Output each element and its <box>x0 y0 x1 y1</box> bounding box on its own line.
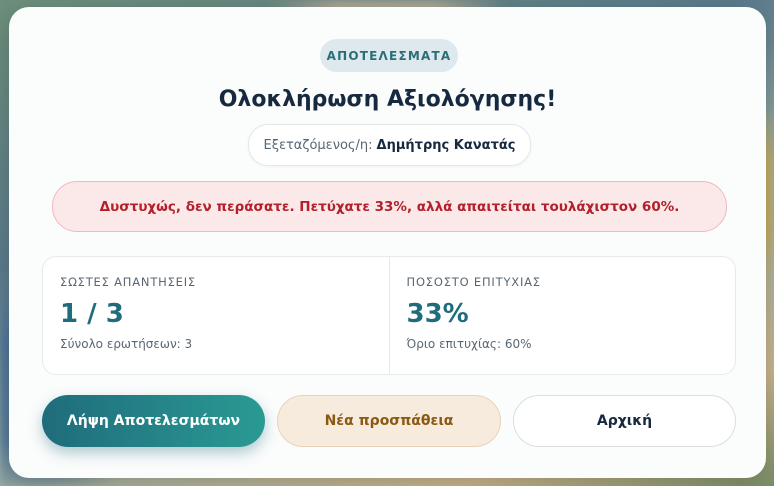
stat-success-rate: ΠΟΣΟΣΤΟ ΕΠΙΤΥΧΙΑΣ 33% Όριο επιτυχίας: 60… <box>388 257 736 374</box>
download-results-button[interactable]: Λήψη Αποτελεσμάτων <box>42 395 265 447</box>
results-badge: ΑΠΟΤΕΛΕΣΜΑΤΑ <box>320 39 458 72</box>
stat-success-label: ΠΟΣΟΣΤΟ ΕΠΙΤΥΧΙΑΣ <box>406 275 541 289</box>
examinee-pill: Εξεταζόμενος/η: Δημήτρης Κανατάς <box>248 124 531 166</box>
stat-correct-label: ΣΩΣΤΕΣ ΑΠΑΝΤΗΣΕΙΣ <box>60 275 196 289</box>
examinee-name: Δημήτρης Κανατάς <box>376 137 516 153</box>
fail-alert-text: Δυστυχώς, δεν περάσατε. Πετύχατε 33%, αλ… <box>99 198 680 215</box>
stat-correct-sub: Σύνολο ερωτήσεων: 3 <box>60 337 193 351</box>
stat-correct-answers: ΣΩΣΤΕΣ ΑΠΑΝΤΗΣΕΙΣ 1 / 3 Σύνολο ερωτήσεων… <box>43 257 389 374</box>
retry-button[interactable]: Νέα προσπάθεια <box>277 395 501 447</box>
stat-success-sub: Όριο επιτυχίας: 60% <box>406 337 532 351</box>
stats-panel: ΣΩΣΤΕΣ ΑΠΑΝΤΗΣΕΙΣ 1 / 3 Σύνολο ερωτήσεων… <box>42 256 736 375</box>
results-card: ΑΠΟΤΕΛΕΣΜΑΤΑ Ολοκλήρωση Αξιολόγησης! Εξε… <box>9 7 766 478</box>
page-title: Ολοκλήρωση Αξιολόγησης! <box>218 87 557 112</box>
stat-correct-value: 1 / 3 <box>60 299 124 329</box>
stat-success-value: 33% <box>406 299 469 329</box>
fail-alert: Δυστυχώς, δεν περάσατε. Πετύχατε 33%, αλ… <box>52 181 727 232</box>
home-button[interactable]: Αρχική <box>513 395 736 447</box>
examinee-label: Εξεταζόμενος/η: <box>263 137 373 153</box>
